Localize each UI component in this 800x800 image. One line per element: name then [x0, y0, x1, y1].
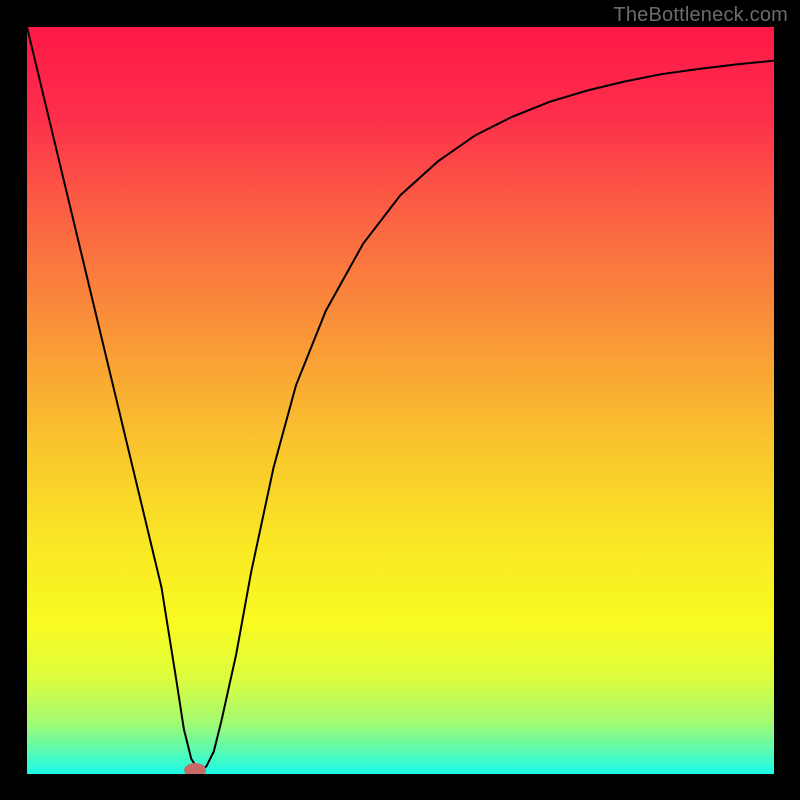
plot-area — [27, 27, 774, 774]
bottleneck-marker — [185, 764, 206, 774]
chart-frame: TheBottleneck.com — [0, 0, 800, 800]
gradient-background — [27, 27, 774, 774]
watermark-text: TheBottleneck.com — [613, 4, 788, 27]
chart-svg — [27, 27, 774, 774]
